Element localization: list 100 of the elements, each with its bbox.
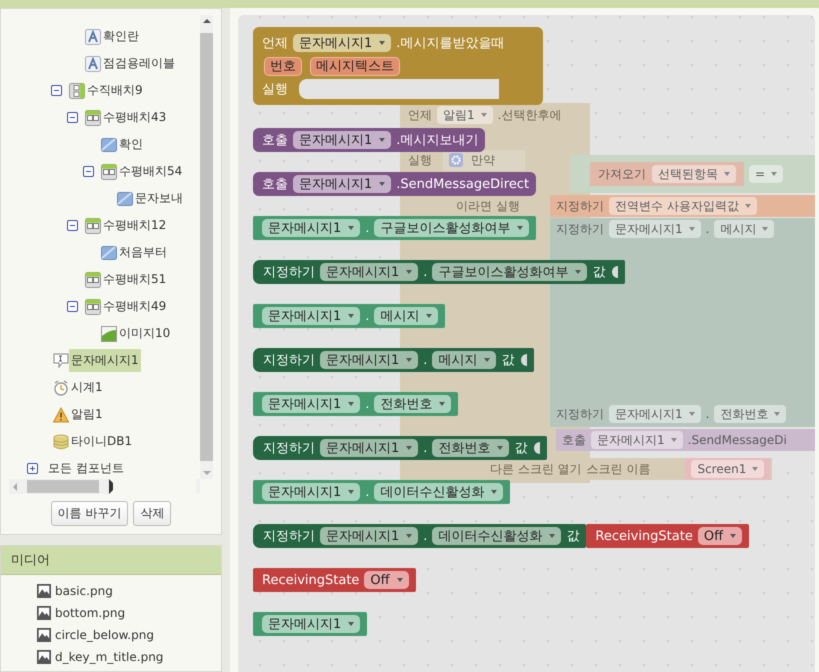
option-dropdown[interactable]: Off [364, 571, 409, 589]
component-tree-item[interactable]: 확인란 [101, 25, 141, 48]
component-dropdown[interactable]: 문자메시지1 [591, 431, 683, 449]
component-block[interactable]: 문자메시지1 [253, 612, 368, 636]
dropdown-arrow-icon[interactable] [670, 438, 677, 442]
collapse-toggle-icon[interactable] [67, 220, 78, 231]
component-dropdown[interactable]: 문자메시지1 [320, 263, 418, 281]
component-tree-item[interactable]: 문자보내 [133, 187, 185, 210]
enum-block[interactable]: ReceivingState Off [586, 524, 750, 548]
call-block[interactable]: 호출 문자메시지1 .메시지보내기 [253, 128, 486, 152]
component-dropdown[interactable]: 알림1 [437, 106, 493, 124]
media-file-name[interactable]: d_key_m_title.png [55, 650, 164, 664]
component-dropdown[interactable]: 문자메시지1 [262, 615, 360, 633]
operator-dropdown[interactable]: = [749, 165, 784, 183]
variable-dropdown[interactable]: 선택된항목 [652, 165, 736, 183]
component-tree-item[interactable]: 이미지10 [117, 322, 172, 345]
dropdown-arrow-icon[interactable] [406, 270, 412, 274]
dropdown-arrow-icon[interactable] [484, 358, 490, 362]
call-block[interactable]: 호출 문자메시지1 .SendMessageDirect [253, 172, 536, 196]
component-tree-item[interactable]: 점검용레이블 [101, 52, 177, 75]
dropdown-arrow-icon[interactable] [771, 172, 778, 176]
dropdown-arrow-icon[interactable] [348, 490, 354, 494]
dropdown-arrow-icon[interactable] [426, 314, 432, 318]
component-dropdown[interactable]: 문자메시지1 [262, 483, 360, 501]
property-dropdown[interactable]: 데이터수신활성화 [432, 527, 562, 545]
dropdown-arrow-icon[interactable] [688, 412, 695, 416]
dropdown-arrow-icon[interactable] [730, 534, 736, 538]
enum-block[interactable]: ReceivingState Off [253, 568, 416, 592]
component-dropdown[interactable]: 문자메시지1 [320, 439, 418, 457]
component-tree-item[interactable]: 처음부터 [117, 241, 169, 264]
variable-dropdown[interactable]: 전역변수 사용자입력값 [609, 197, 757, 215]
property-dropdown[interactable]: 메시지 [714, 220, 774, 238]
component-dropdown[interactable]: 문자메시지1 [293, 131, 392, 149]
dropdown-arrow-icon[interactable] [379, 182, 386, 186]
dropdown-arrow-icon[interactable] [774, 412, 780, 416]
property-dropdown[interactable]: 전화번호 [432, 439, 510, 457]
collapse-toggle-icon[interactable] [67, 112, 78, 123]
dropdown-arrow-icon[interactable] [406, 534, 412, 538]
collapse-toggle-icon[interactable] [67, 301, 78, 312]
dropdown-arrow-icon[interactable] [575, 270, 582, 274]
property-dropdown[interactable]: 데이터수신활성화 [374, 483, 504, 501]
dropdown-arrow-icon[interactable] [517, 226, 524, 230]
component-tree-item[interactable]: 수평배치43 [101, 106, 168, 129]
media-file-name[interactable]: circle_below.png [55, 628, 154, 642]
dropdown-arrow-icon[interactable] [549, 534, 556, 538]
collapse-toggle-icon[interactable] [83, 166, 94, 177]
dropdown-arrow-icon[interactable] [491, 490, 498, 494]
dropdown-arrow-icon[interactable] [348, 314, 354, 318]
dropdown-arrow-icon[interactable] [348, 402, 354, 406]
setter-block[interactable]: 지정하기 문자메시지1 . 데이터수신활성화 값 [253, 524, 586, 548]
dropdown-arrow-icon[interactable] [348, 622, 354, 626]
getter-block[interactable]: 문자메시지1 . 구글보이스활성화여부 [253, 216, 536, 240]
component-tree-item[interactable]: 수평배치54 [117, 160, 184, 183]
property-dropdown[interactable]: 전화번호 [374, 395, 452, 413]
setter-block[interactable]: 지정하기 문자메시지1 . 메시지 값 [253, 348, 534, 372]
dropdown-arrow-icon[interactable] [406, 358, 412, 362]
dropdown-arrow-icon[interactable] [379, 138, 386, 142]
parameter-chip[interactable]: 번호 [264, 56, 302, 76]
property-dropdown[interactable]: 구글보이스활성화여부 [432, 263, 588, 281]
dropdown-arrow-icon[interactable] [480, 113, 487, 117]
component-tree-item[interactable]: 문자메시지1 [69, 349, 141, 372]
dropdown-arrow-icon[interactable] [752, 467, 758, 471]
component-dropdown[interactable]: 문자메시지1 [262, 395, 360, 413]
vertical-scrollbar[interactable] [200, 15, 213, 479]
dropdown-arrow-icon[interactable] [396, 578, 403, 582]
screen-dropdown[interactable]: Screen1 [691, 460, 764, 478]
component-tree-item[interactable]: 수평배치51 [101, 268, 168, 291]
component-tree-item[interactable]: 확인 [117, 133, 145, 156]
component-tree-item[interactable]: 모든 컴포넌트 [46, 457, 126, 479]
dropdown-arrow-icon[interactable] [439, 402, 446, 406]
component-dropdown[interactable]: 문자메시지1 [320, 527, 418, 545]
component-dropdown[interactable]: 문자메시지1 [609, 220, 701, 238]
setter-block[interactable]: 지정하기 문자메시지1 . 전화번호 값 [253, 436, 548, 460]
collapse-toggle-icon[interactable] [51, 85, 62, 96]
dropdown-arrow-icon[interactable] [497, 446, 504, 450]
component-tree-item[interactable]: 수평배치12 [101, 214, 168, 237]
component-tree-item[interactable]: 타이니DB1 [69, 430, 134, 453]
gear-icon[interactable] [449, 153, 463, 167]
dropdown-arrow-icon[interactable] [688, 227, 695, 231]
dropdown-arrow-icon[interactable] [744, 204, 751, 208]
tree-action-button[interactable]: 이름 바꾸기 [50, 501, 128, 526]
dropdown-arrow-icon[interactable] [762, 227, 768, 231]
option-dropdown[interactable]: Off [698, 527, 742, 545]
property-dropdown[interactable]: 메시지 [432, 351, 496, 369]
property-dropdown[interactable]: 메시지 [374, 307, 438, 325]
media-file-name[interactable]: bottom.png [55, 606, 126, 620]
component-tree-item[interactable]: 알림1 [69, 403, 105, 426]
property-dropdown[interactable]: 전화번호 [714, 405, 786, 423]
component-dropdown[interactable]: 문자메시지1 [293, 175, 392, 193]
expand-toggle-icon[interactable] [27, 463, 38, 474]
event-block[interactable]: 언제 문자메시지1 .메시지를받았을때 번호 메시지텍스트 실행 [253, 27, 543, 105]
component-tree-item[interactable]: 시계1 [69, 376, 105, 399]
dropdown-arrow-icon[interactable] [724, 172, 730, 176]
setter-block[interactable]: 지정하기 문자메시지1 . 구글보이스활성화여부 값 [253, 260, 626, 284]
media-file-name[interactable]: basic.png [55, 584, 113, 598]
getter-block[interactable]: 문자메시지1 . 전화번호 [253, 392, 458, 416]
component-tree-item[interactable]: 수직배치9 [85, 79, 145, 102]
tree-action-button[interactable]: 삭제 [133, 501, 172, 526]
getter-block[interactable]: 문자메시지1 . 메시지 [253, 304, 446, 328]
component-tree-item[interactable]: 수평배치49 [101, 295, 168, 318]
